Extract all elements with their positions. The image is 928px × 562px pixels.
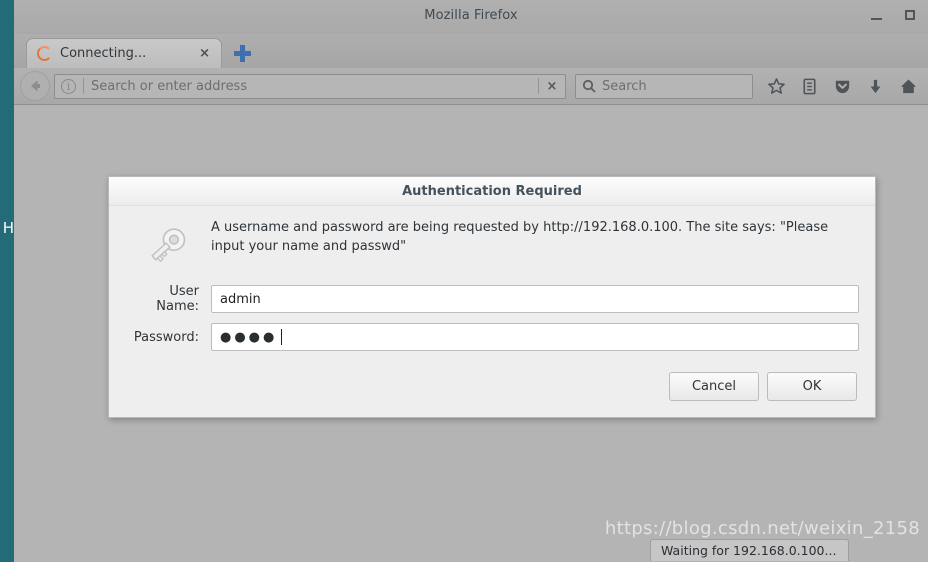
firefox-window: Mozilla Firefox Connecting... × i Search… — [14, 0, 928, 562]
text-cursor — [281, 329, 283, 345]
clear-address-icon[interactable]: × — [541, 79, 563, 94]
key-icon — [151, 228, 186, 263]
window-controls — [868, 7, 920, 25]
search-icon — [582, 79, 596, 93]
desktop-background — [0, 0, 14, 562]
url-bar[interactable]: i Search or enter address × — [54, 73, 566, 99]
status-text: Waiting for 192.168.0.100... — [661, 543, 837, 558]
password-row: Password: ●●●● — [125, 323, 859, 351]
username-field[interactable]: admin — [211, 285, 859, 313]
pocket-icon[interactable] — [833, 77, 852, 96]
screen: H Mozilla Firefox Connecting... × i Sear… — [0, 0, 928, 562]
dialog-button-row: Cancel OK — [125, 360, 859, 407]
downloads-icon[interactable] — [866, 77, 885, 96]
search-input[interactable]: Search — [602, 79, 647, 94]
tab-connecting[interactable]: Connecting... × — [26, 38, 222, 68]
address-input[interactable]: Search or enter address — [91, 79, 538, 94]
back-arrow-icon — [31, 80, 40, 92]
close-icon[interactable]: × — [196, 46, 213, 61]
tab-strip: Connecting... × — [14, 34, 928, 68]
status-bar: Waiting for 192.168.0.100... — [650, 539, 850, 561]
dialog-message-row: A username and password are being reques… — [125, 218, 859, 268]
password-value: ●●●● — [220, 329, 278, 345]
bookmark-star-icon[interactable] — [767, 77, 786, 96]
identity-info-icon[interactable]: i — [61, 78, 76, 94]
authentication-dialog: Authentication Required A username and p… — [108, 176, 876, 418]
maximize-button[interactable] — [902, 7, 920, 25]
key-icon-wrapper — [125, 218, 211, 268]
dialog-title: Authentication Required — [402, 183, 582, 199]
back-button[interactable] — [20, 71, 50, 101]
cancel-button[interactable]: Cancel — [669, 372, 759, 401]
loading-spinner-icon — [37, 46, 52, 61]
watermark-text: https://blog.csdn.net/weixin_2158 — [604, 518, 920, 539]
dialog-body: A username and password are being reques… — [109, 206, 875, 417]
url-divider — [83, 78, 84, 94]
url-clear-divider — [538, 78, 539, 94]
password-label: Password: — [133, 329, 199, 345]
dialog-header: Authentication Required — [109, 177, 875, 206]
window-title: Mozilla Firefox — [424, 8, 518, 23]
toolbar-icon-group — [767, 77, 922, 96]
dialog-message: A username and password are being reques… — [211, 220, 829, 254]
new-tab-button[interactable] — [234, 45, 251, 62]
home-icon[interactable] — [899, 77, 918, 96]
username-row: User Name: admin — [125, 284, 859, 314]
username-value: admin — [220, 291, 261, 307]
ok-button[interactable]: OK — [767, 372, 857, 401]
library-icon[interactable] — [800, 77, 819, 96]
username-label: User Name: — [156, 284, 199, 314]
window-titlebar: Mozilla Firefox — [14, 0, 928, 34]
search-bar[interactable]: Search — [575, 73, 753, 99]
minimize-button[interactable] — [868, 7, 886, 25]
desktop-clipped-label: H — [2, 219, 14, 237]
page-content-area: Authentication Required A username and p… — [14, 105, 928, 561]
navigation-toolbar: i Search or enter address × Search — [14, 68, 928, 105]
password-field[interactable]: ●●●● — [211, 323, 859, 351]
tab-title: Connecting... — [60, 46, 147, 61]
